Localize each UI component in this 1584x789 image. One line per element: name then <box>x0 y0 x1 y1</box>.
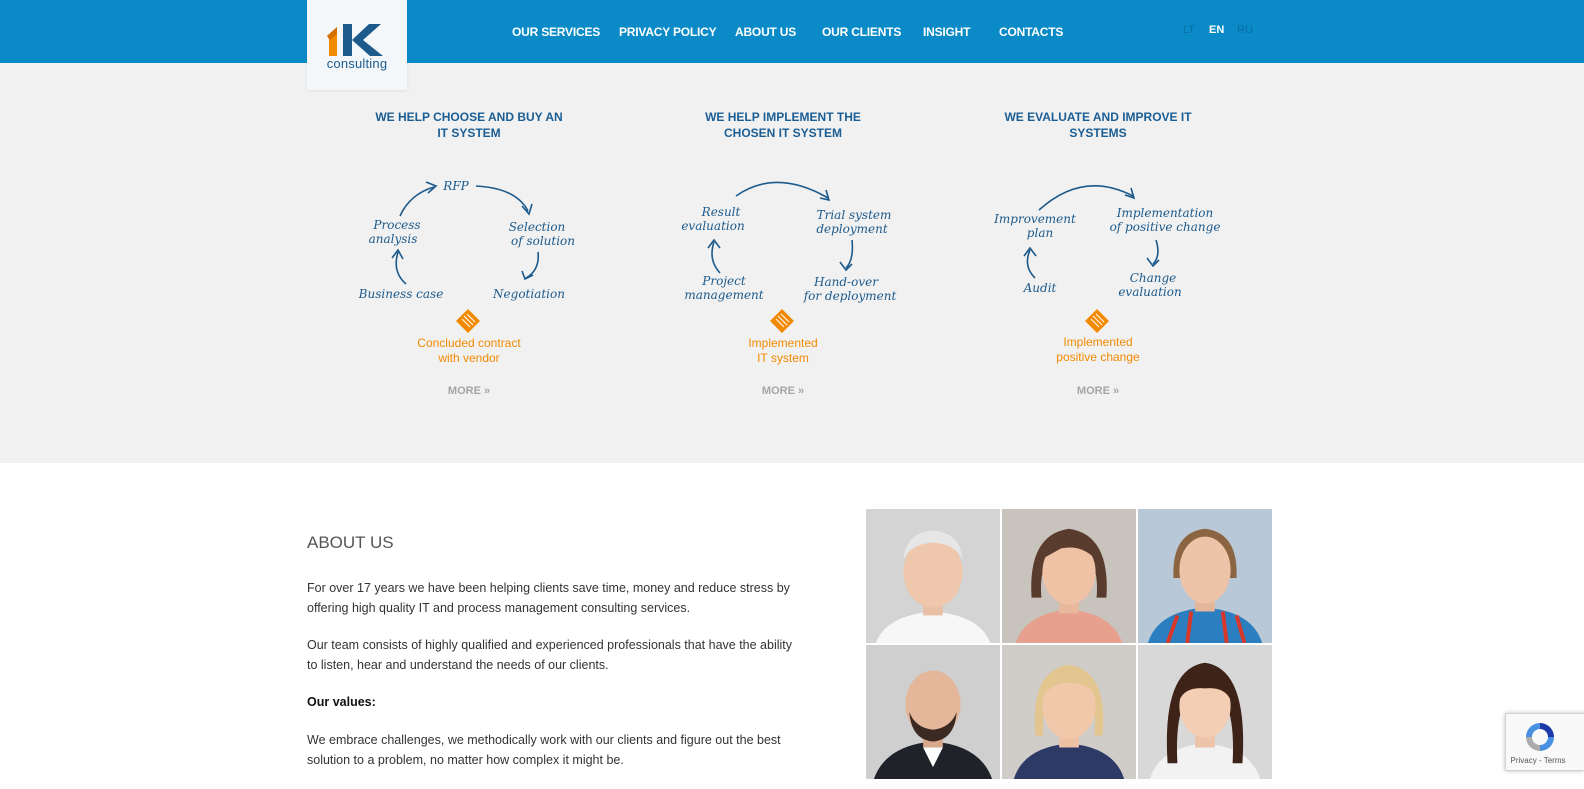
svg-text:evaluation: evaluation <box>681 219 744 233</box>
company-logo[interactable]: consulting <box>307 0 407 90</box>
logo-wordmark: consulting <box>326 56 388 71</box>
more-link[interactable]: MORE » <box>933 385 1263 397</box>
process-cycle-diagram: RFP Selection of solution Negotiation Bu… <box>358 179 575 301</box>
team-photo <box>865 508 1001 644</box>
recaptcha-badge[interactable]: Privacy - Terms <box>1505 713 1584 771</box>
svg-text:plan: plan <box>1027 226 1053 240</box>
svg-text:Selection: Selection <box>509 220 566 234</box>
about-us-heading: ABOUT US <box>307 533 394 552</box>
service-title: WE HELP IMPLEMENT THE CHOSEN IT SYSTEM <box>705 110 861 140</box>
svg-text:Improvement: Improvement <box>993 212 1076 226</box>
service-result: Implemented positive change <box>1056 335 1140 364</box>
svg-text:analysis: analysis <box>369 232 418 246</box>
svg-text:evaluation: evaluation <box>1118 285 1181 299</box>
svg-text:of positive change: of positive change <box>1110 220 1221 234</box>
svg-text:Result: Result <box>701 205 741 219</box>
svg-text:Implementation: Implementation <box>1116 206 1214 220</box>
service-result: Implemented IT system <box>748 336 818 365</box>
svg-text:RFP: RFP <box>442 179 469 193</box>
about-paragraph-1: For over 17 years we have been helping c… <box>307 581 790 615</box>
svg-text:management: management <box>684 288 763 302</box>
svg-text:Process: Process <box>372 218 420 232</box>
team-photo <box>1001 644 1137 780</box>
service-card-implement: WE HELP IMPLEMENT THE CHOSEN IT SYSTEM R… <box>618 63 948 463</box>
team-photo <box>1137 644 1273 780</box>
nav-about-us[interactable]: ABOUT US <box>735 25 796 39</box>
svg-text:deployment: deployment <box>816 222 888 236</box>
nav-our-services[interactable]: OUR SERVICES <box>512 25 600 39</box>
svg-text:Trial system: Trial system <box>817 208 892 222</box>
nav-privacy-policy[interactable]: PRIVACY POLICY <box>619 25 717 39</box>
result-diamond-icon <box>456 309 480 333</box>
recaptcha-links[interactable]: Privacy - Terms <box>1506 756 1570 765</box>
logo-mark-icon <box>327 24 383 56</box>
service-title: WE EVALUATE AND IMPROVE IT SYSTEMS <box>1004 110 1192 140</box>
svg-text:Change: Change <box>1130 271 1177 285</box>
team-photo <box>1137 508 1273 644</box>
team-photo <box>865 644 1001 780</box>
service-card-choose-buy: WE HELP CHOOSE AND BUY AN IT SYSTEM RFP … <box>304 63 634 463</box>
process-cycle-diagram: Improvement plan Implementation of posit… <box>993 185 1221 299</box>
svg-text:Project: Project <box>701 274 746 288</box>
team-photo <box>1001 508 1137 644</box>
service-title: WE HELP CHOOSE AND BUY AN IT SYSTEM <box>375 110 563 140</box>
svg-text:Negotiation: Negotiation <box>492 287 565 301</box>
our-values-heading: Our values: <box>307 695 376 709</box>
svg-text:Audit: Audit <box>1023 281 1057 295</box>
about-paragraph-2: Our team consists of highly qualified an… <box>307 638 793 672</box>
nav-insight[interactable]: INSIGHT <box>923 25 970 39</box>
result-diamond-icon <box>770 309 794 333</box>
svg-text:for deployment: for deployment <box>803 289 897 303</box>
nav-contacts[interactable]: CONTACTS <box>999 25 1063 39</box>
language-en[interactable]: EN <box>1209 24 1224 36</box>
result-diamond-icon <box>1085 309 1109 333</box>
service-card-evaluate-improve: WE EVALUATE AND IMPROVE IT SYSTEMS Impro… <box>933 63 1263 463</box>
more-link[interactable]: MORE » <box>618 385 948 397</box>
more-link[interactable]: MORE » <box>304 385 634 397</box>
team-photo-grid <box>865 508 1273 780</box>
service-result: Concluded contract with vendor <box>417 336 521 365</box>
svg-text:Business case: Business case <box>358 287 444 301</box>
about-paragraph-3: We embrace challenges, we methodically w… <box>307 733 781 767</box>
recaptcha-icon <box>1526 723 1554 751</box>
services-section: WE HELP CHOOSE AND BUY AN IT SYSTEM RFP … <box>0 63 1584 463</box>
language-ru[interactable]: RU <box>1237 24 1253 36</box>
nav-our-clients[interactable]: OUR CLIENTS <box>822 25 901 39</box>
process-cycle-diagram: Result evaluation Trial system deploymen… <box>681 181 897 303</box>
svg-text:Hand-over: Hand-over <box>813 275 879 289</box>
svg-text:of solution: of solution <box>511 234 575 248</box>
language-lt[interactable]: LT <box>1183 24 1195 36</box>
